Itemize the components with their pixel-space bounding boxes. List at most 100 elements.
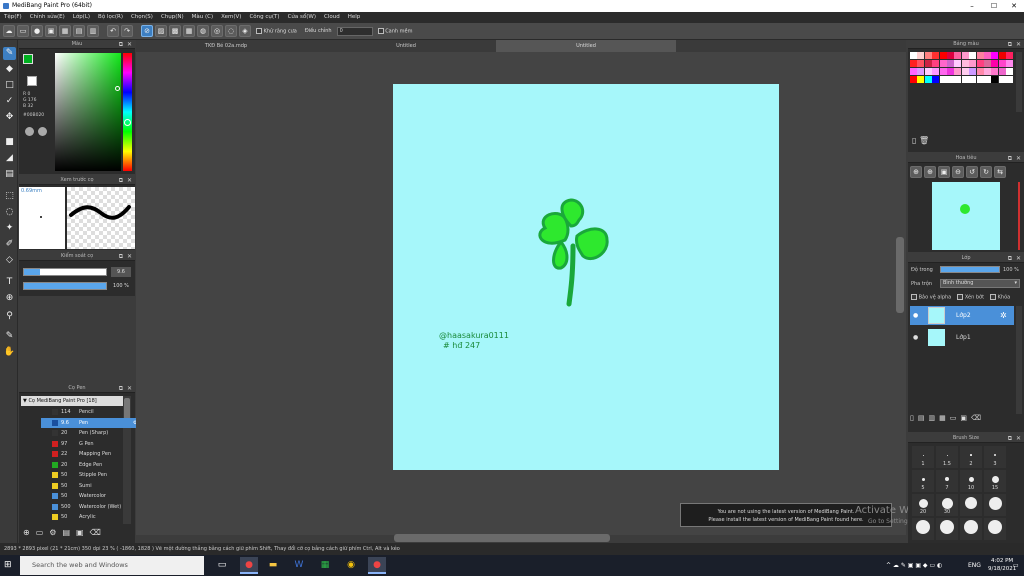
palette-color-swatch[interactable] (976, 60, 984, 67)
word-icon[interactable]: W (290, 557, 308, 574)
palette-color-swatch[interactable] (998, 60, 1006, 67)
brush-size-preset[interactable]: 15 (984, 470, 1006, 492)
lasso-tool-icon[interactable]: ◌ (3, 206, 16, 219)
menu-snap[interactable]: Chụp(N) (161, 12, 184, 23)
palette-color-swatch[interactable] (954, 76, 962, 83)
close-button[interactable]: ✕ (1004, 0, 1024, 12)
palette-color-swatch[interactable] (961, 52, 969, 59)
snap-radial-icon[interactable]: ◍ (197, 25, 209, 37)
minimize-button[interactable]: – (962, 0, 982, 12)
protect-alpha-checkbox[interactable] (911, 294, 917, 300)
palette-color-swatch[interactable] (998, 68, 1006, 75)
tab-document-3[interactable]: Untitled (496, 40, 676, 52)
clock[interactable]: 4:02 PM 9/18/2021 (988, 557, 1016, 573)
palette-scrollbar[interactable] (1016, 52, 1022, 112)
layer-opacity-slider[interactable] (940, 266, 1000, 273)
navigator-preview[interactable] (932, 182, 1000, 250)
brush-tool-icon[interactable]: ✎ (3, 47, 16, 60)
zoom-fit-icon[interactable]: ⊖ (952, 166, 964, 178)
palette-color-swatch[interactable] (932, 76, 940, 83)
fit-icon[interactable]: ▣ (938, 166, 950, 178)
add-palette-icon[interactable]: ▯ (912, 136, 916, 145)
layer-settings-icon[interactable]: ✲ (1000, 306, 1007, 325)
lock-checkbox[interactable] (990, 294, 997, 300)
palette-color-swatch[interactable] (976, 68, 984, 75)
brush-size-preset[interactable]: 10 (960, 470, 982, 492)
copy-brush-icon[interactable]: ▤ (62, 528, 70, 542)
brush-item[interactable]: 20 Edge Pen (41, 460, 142, 470)
settings-icon[interactable]: ▥ (87, 25, 99, 37)
palette-color-swatch[interactable] (924, 68, 932, 75)
primary-color-swatch[interactable] (23, 54, 33, 64)
medibang-taskbar-icon[interactable]: ● (240, 557, 258, 574)
palette-color-swatch[interactable] (947, 68, 954, 75)
start-icon[interactable]: ⊞ (4, 560, 12, 570)
palette-color-swatch[interactable] (991, 52, 999, 59)
text-tool-icon[interactable]: T (3, 276, 16, 289)
palette-color-swatch[interactable] (1006, 52, 1014, 59)
panel-controls-icon[interactable]: ⧉ ✕ (1008, 254, 1022, 263)
tray-icons[interactable]: ^ ☁ ✎ ▣ ▣ ◆ ▭ ◐ (886, 555, 942, 576)
brush-item[interactable]: 50 Acrylic (41, 512, 142, 522)
color-mode-icon[interactable] (38, 127, 47, 136)
canvas-hscrollbar[interactable] (394, 534, 610, 542)
palette-color-swatch[interactable] (947, 76, 954, 83)
notification-icon[interactable]: ▭ (1013, 555, 1019, 576)
palette-color-swatch[interactable] (917, 52, 925, 59)
menu-select[interactable]: Chọn(S) (131, 12, 153, 23)
secondary-color-swatch[interactable] (27, 76, 37, 86)
gradient-tool-icon[interactable]: ▤ (3, 168, 16, 181)
palette-color-swatch[interactable] (910, 76, 917, 83)
layer-menu-icon[interactable]: ▦ (939, 414, 946, 422)
rotate-left-icon[interactable]: ↺ (966, 166, 978, 178)
app-taskbar-icon[interactable]: ● (368, 557, 386, 574)
brush-group-header[interactable]: ▼ Cọ MediBang Paint Pro [18] (21, 396, 123, 406)
flip-icon[interactable]: ⇆ (994, 166, 1006, 178)
palette-color-swatch[interactable] (961, 68, 969, 75)
palette-color-swatch[interactable] (961, 76, 969, 83)
duplicate-brush-icon[interactable]: ▣ (76, 528, 84, 542)
cloud-icon[interactable]: ☁ (3, 25, 15, 37)
palette-color-swatch[interactable] (924, 52, 932, 59)
palette-color-swatch[interactable] (991, 60, 999, 67)
palette-color-swatch[interactable] (932, 60, 940, 67)
brush-item[interactable]: 22 Mapping Pen (41, 449, 142, 459)
maximize-button[interactable]: ☐ (984, 0, 1004, 12)
snap-cross-icon[interactable]: ▩ (169, 25, 181, 37)
panel-controls-icon[interactable]: ⧉ ✕ (119, 384, 133, 393)
open-icon[interactable]: ▭ (17, 25, 29, 37)
palette-color-swatch[interactable] (969, 52, 977, 59)
brush-size-preset[interactable] (984, 518, 1006, 540)
dot-tool-icon[interactable]: □ (3, 79, 16, 92)
explorer-icon[interactable]: ▬ (264, 557, 282, 574)
palette-color-swatch[interactable] (932, 68, 940, 75)
merge-icon[interactable]: ▣ (960, 414, 967, 422)
select-tool-icon[interactable]: ✓ (3, 95, 16, 108)
palette-color-swatch[interactable] (910, 68, 917, 75)
palette-color-swatch[interactable] (917, 60, 925, 67)
brush-item[interactable]: 9.6Pen⚙ (41, 417, 142, 428)
panel-controls-icon[interactable]: ⧉ ✕ (119, 252, 133, 261)
menu-layer[interactable]: Lớp(L) (73, 12, 90, 23)
new-brush-icon[interactable]: ▭ (36, 528, 44, 542)
fill-rect-icon[interactable]: ■ (3, 136, 16, 149)
sv-picker-handle[interactable] (115, 86, 120, 91)
menu-file[interactable]: Tệp(F) (4, 12, 22, 23)
new-8bit-icon[interactable]: ▥ (928, 414, 935, 422)
brush-size-preset[interactable]: 2 (960, 446, 982, 468)
layer-row-2[interactable]: ● Lớp1 (910, 328, 1014, 347)
palette-color-swatch[interactable] (961, 60, 969, 67)
brush-item[interactable]: 50 Stipple Pen (41, 470, 142, 480)
move-tool-icon[interactable]: ✥ (3, 111, 16, 124)
palette-color-swatch[interactable] (939, 76, 947, 83)
color-sv-field[interactable] (55, 53, 121, 171)
palette-color-swatch[interactable] (910, 52, 917, 59)
operation-tool-icon[interactable]: ⊕ (3, 292, 16, 305)
palette-color-swatch[interactable] (954, 60, 962, 67)
panel-controls-icon[interactable]: ⧉ ✕ (119, 40, 133, 49)
menu-cloud[interactable]: Cloud (324, 12, 340, 23)
select-rect-icon[interactable]: ⬚ (3, 190, 16, 203)
save-icon[interactable]: ▣ (45, 25, 57, 37)
palette-color-swatch[interactable] (910, 60, 917, 67)
canvas-vscrollbar[interactable] (896, 237, 904, 313)
